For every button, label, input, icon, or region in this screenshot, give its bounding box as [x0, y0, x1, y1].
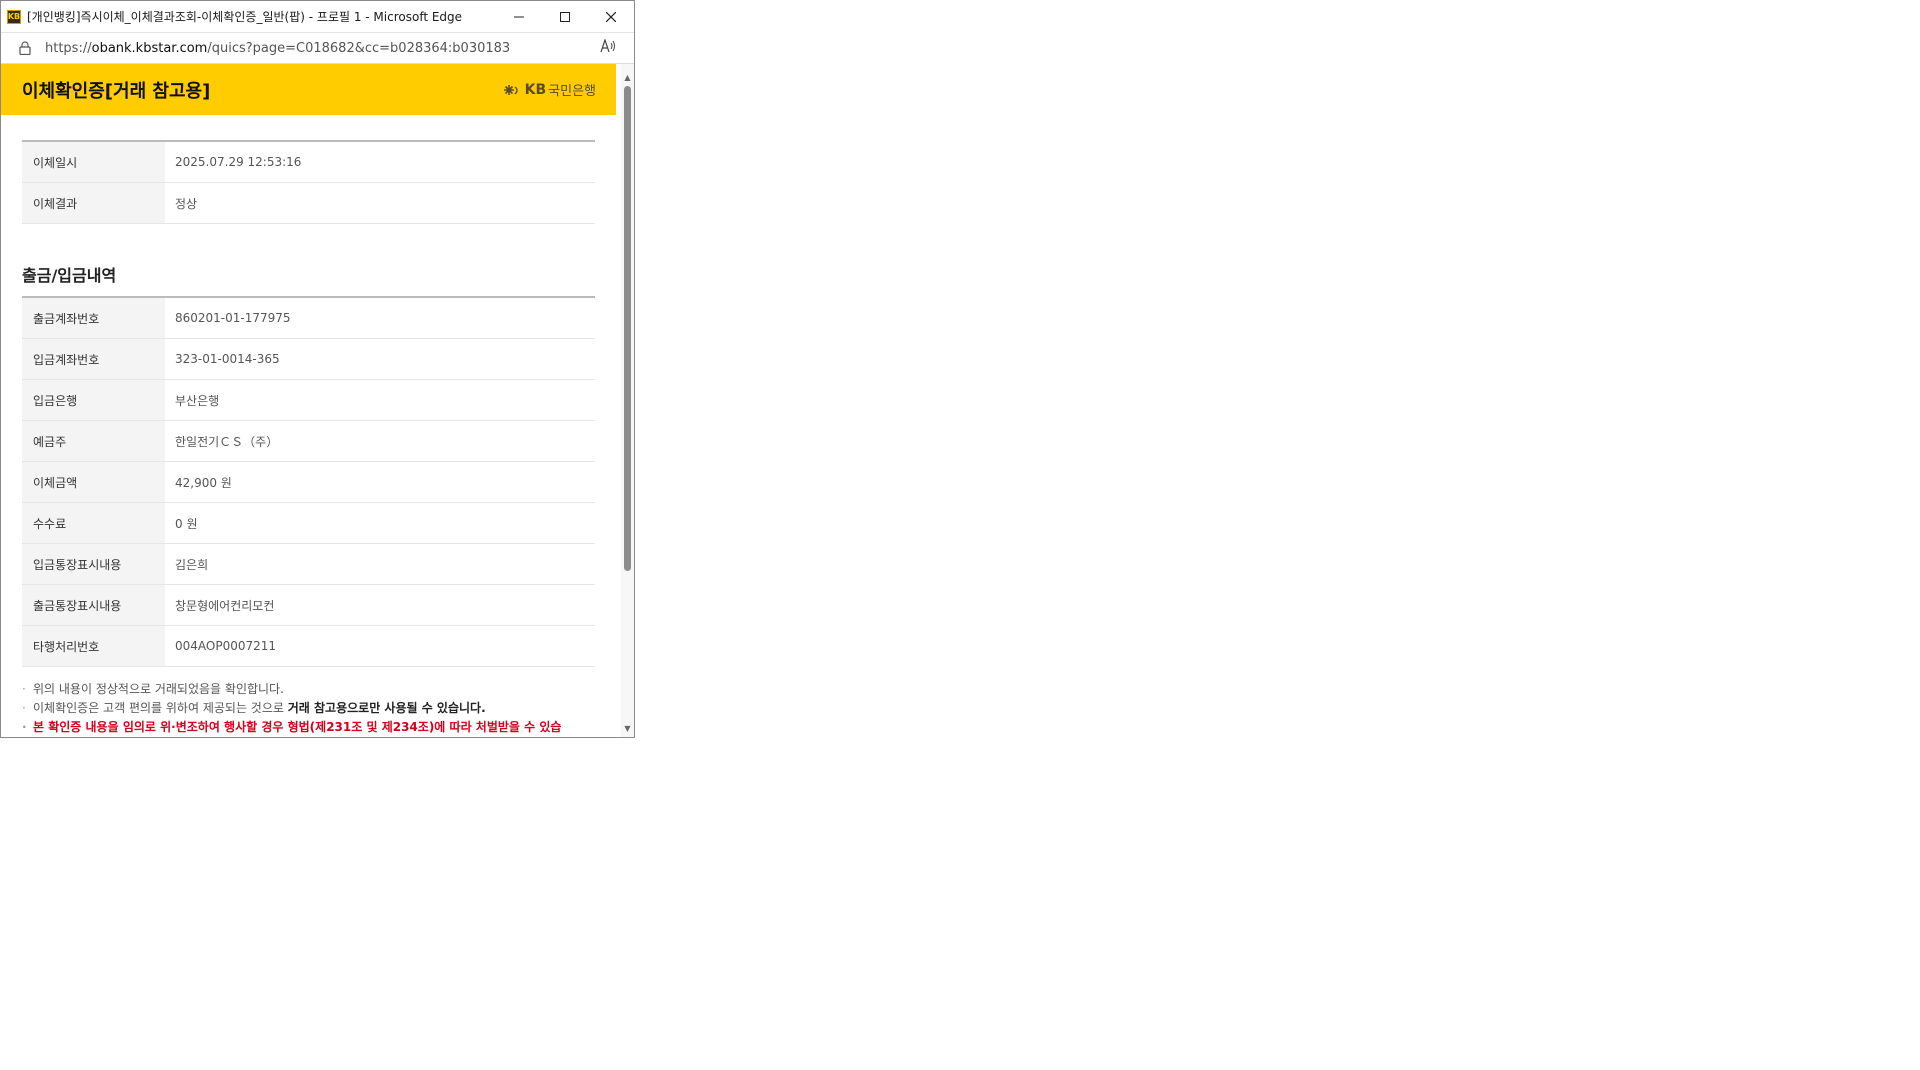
row-label: 타행처리번호 — [22, 625, 165, 667]
logo-bank-text: 국민은행 — [548, 84, 596, 99]
read-aloud-icon[interactable] — [600, 38, 620, 57]
table-row: 이체금액 42,900 원 — [22, 461, 595, 503]
url-text[interactable]: https://obank.kbstar.com/quics?page=C018… — [45, 41, 600, 56]
receipt-content: 이체확인증[거래 참고용] KB 국민은행 이체일시 2025.07.29 12… — [1, 64, 616, 737]
row-value: 0 원 — [165, 502, 595, 544]
row-value: 부산은행 — [165, 379, 595, 421]
table-row: 이체결과 정상 — [22, 182, 595, 224]
scroll-thumb[interactable] — [624, 86, 631, 571]
table-row: 이체일시 2025.07.29 12:53:16 — [22, 141, 595, 183]
notice-list: 위의 내용이 정상적으로 거래되었음을 확인합니다. 이체확인증은 고객 편의를… — [1, 667, 616, 737]
row-value: 42,900 원 — [165, 461, 595, 503]
notice-text: 이체확인증은 고객 편의를 위하여 제공되는 것으로 — [33, 701, 288, 715]
row-value: 2025.07.29 12:53:16 — [165, 141, 595, 183]
address-bar[interactable]: https://obank.kbstar.com/quics?page=C018… — [1, 33, 634, 64]
row-value: 창문형에어컨리모컨 — [165, 584, 595, 626]
kb-app-icon: KB — [7, 9, 21, 24]
table-row: 입금통장표시내용 김은희 — [22, 543, 595, 585]
table-row: 예금주 한일전기ＣＳ（주） — [22, 420, 595, 462]
row-value: 김은희 — [165, 543, 595, 585]
row-label: 입금은행 — [22, 379, 165, 421]
notice-reference-only: 이체확인증은 고객 편의를 위하여 제공되는 것으로 거래 참고용으로만 사용될… — [22, 699, 595, 718]
page-viewport: 이체확인증[거래 참고용] KB 국민은행 이체일시 2025.07.29 12… — [1, 64, 634, 737]
maximize-button[interactable] — [542, 1, 588, 32]
notice-confirm: 위의 내용이 정상적으로 거래되었음을 확인합니다. — [22, 680, 595, 699]
scroll-up-arrow-icon[interactable]: ▲ — [621, 70, 634, 84]
table-row: 출금통장표시내용 창문형에어컨리모컨 — [22, 584, 595, 626]
details-section: 출금/입금내역 출금계좌번호 860201-01-177975 입금계좌번호 3… — [1, 262, 616, 667]
row-label: 이체결과 — [22, 182, 165, 224]
notice-bold-text: 거래 참고용으로만 사용될 수 있습니다. — [287, 701, 486, 715]
row-label: 예금주 — [22, 420, 165, 462]
window-title: [개인뱅킹]즉시이체_이체결과조회-이체확인증_일반(팝) - 프로필 1 - … — [27, 10, 463, 24]
summary-section: 이체일시 2025.07.29 12:53:16 이체결과 정상 — [1, 115, 616, 224]
vertical-scrollbar[interactable]: ▲ ▼ — [621, 64, 634, 737]
row-label: 이체일시 — [22, 141, 165, 183]
browser-window: KB [개인뱅킹]즉시이체_이체결과조회-이체확인증_일반(팝) - 프로필 1… — [0, 0, 635, 738]
close-button[interactable] — [588, 1, 634, 32]
receipt-header: 이체확인증[거래 참고용] KB 국민은행 — [1, 64, 616, 115]
row-label: 수수료 — [22, 502, 165, 544]
minimize-icon — [514, 16, 524, 17]
close-icon — [606, 11, 616, 22]
logo-kb-text: KB — [524, 81, 547, 98]
page-title: 이체확인증[거래 참고용] — [22, 80, 211, 102]
row-label: 출금통장표시내용 — [22, 584, 165, 626]
table-row: 입금계좌번호 323-01-0014-365 — [22, 338, 595, 380]
row-value: 860201-01-177975 — [165, 297, 595, 339]
table-row: 입금은행 부산은행 — [22, 379, 595, 421]
row-value: 004AOP0007211 — [165, 625, 595, 667]
table-row: 타행처리번호 004AOP0007211 — [22, 625, 595, 667]
row-label: 입금계좌번호 — [22, 338, 165, 380]
kb-logo: KB 국민은행 — [502, 80, 596, 99]
details-table: 출금계좌번호 860201-01-177975 입금계좌번호 323-01-00… — [22, 296, 595, 667]
title-bar: KB [개인뱅킹]즉시이체_이체결과조회-이체확인증_일반(팝) - 프로필 1… — [1, 1, 634, 33]
section-title: 출금/입금내역 — [22, 266, 117, 285]
row-label: 이체금액 — [22, 461, 165, 503]
row-label: 출금계좌번호 — [22, 297, 165, 339]
row-value: 한일전기ＣＳ（주） — [165, 420, 595, 462]
kb-star-icon — [503, 84, 518, 95]
row-label: 입금통장표시내용 — [22, 543, 165, 585]
row-value: 정상 — [165, 182, 595, 224]
scroll-down-arrow-icon[interactable]: ▼ — [621, 721, 634, 735]
maximize-icon — [560, 11, 570, 22]
summary-table: 이체일시 2025.07.29 12:53:16 이체결과 정상 — [22, 140, 595, 224]
table-row: 출금계좌번호 860201-01-177975 — [22, 297, 595, 339]
notice-legal-warning: 본 확인증 내용을 임의로 위·변조하여 행사할 경우 형법(제231조 및 제… — [22, 718, 595, 737]
lock-icon[interactable] — [19, 41, 33, 55]
row-value: 323-01-0014-365 — [165, 338, 595, 380]
minimize-button[interactable] — [496, 1, 542, 32]
table-row: 수수료 0 원 — [22, 502, 595, 544]
